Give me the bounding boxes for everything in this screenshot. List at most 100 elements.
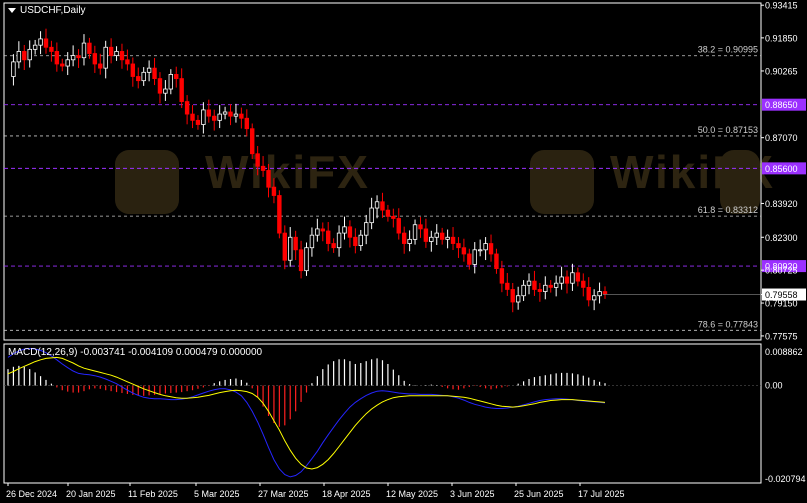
candle-body-46	[255, 153, 260, 167]
candle-body-75	[412, 224, 418, 240]
chart-canvas[interactable]: 38.2 = 0.90995 50.0 = 0.87153 61.8 = 0.833…	[0, 0, 807, 503]
date-label-6: 12 May 2025	[386, 489, 438, 499]
macd-line	[7, 347, 606, 478]
fibonacci-label-1: 50.0 = 0.87153	[698, 125, 758, 135]
date-label-7: 3 Jun 2025	[450, 489, 495, 499]
candle-body-60	[331, 243, 336, 249]
candle-body-89	[488, 243, 494, 255]
candle-body-31	[174, 74, 179, 79]
candle-body-27	[152, 67, 157, 79]
candle-body-104	[570, 272, 575, 284]
candle-body-29	[163, 88, 168, 94]
candle-body-43	[239, 113, 244, 119]
candle-body-51	[282, 232, 287, 261]
candle-body-86	[472, 249, 477, 265]
candle-body-63	[347, 226, 353, 238]
candle-body-22	[125, 59, 130, 65]
candle-body-8	[49, 46, 54, 52]
price-axis-label-2: 0.90265	[765, 66, 798, 76]
candle-body-69	[380, 201, 385, 211]
candle-body-110	[602, 291, 608, 295]
candle-body-53	[293, 236, 298, 251]
candle-body-66	[363, 222, 369, 236]
candle-body-94	[515, 295, 521, 303]
candle-body-82	[450, 236, 456, 244]
candle-body-109	[597, 291, 602, 297]
candle-body-90	[494, 253, 499, 269]
candle-body-42	[233, 113, 239, 117]
date-label-0: 26 Dec 2024	[6, 489, 57, 499]
candle-body-74	[407, 238, 412, 244]
candle-body-14	[81, 42, 87, 59]
candle-body-32	[179, 78, 184, 102]
candle-body-6	[38, 38, 43, 46]
date-label-3: 5 Mar 2025	[194, 489, 240, 499]
candle-body-49	[271, 186, 277, 196]
macd-axis-label-0: 0.008862	[765, 347, 803, 357]
date-label-2: 11 Feb 2025	[128, 489, 178, 499]
candle-body-71	[391, 215, 396, 219]
fibonacci-label-0: 38.2 = 0.90995	[698, 45, 758, 55]
candle-body-93	[510, 289, 515, 303]
candle-body-36	[201, 109, 206, 125]
candle-body-34	[190, 113, 195, 121]
candle-body-56	[309, 234, 315, 249]
candle-body-77	[423, 228, 429, 242]
price-axis-label-1: 0.91850	[765, 33, 798, 43]
candle-body-44	[244, 117, 249, 130]
candle-body-45	[250, 128, 255, 155]
macd-header: MACD(12,26,9) -0.003741 -0.004109 0.0004…	[8, 347, 263, 358]
candle-body-47	[260, 165, 266, 171]
menu-triangle-icon[interactable]	[8, 7, 16, 13]
candle-body-80	[439, 232, 445, 240]
date-label-4: 27 Mar 2025	[258, 489, 309, 499]
price-axis-label-0: 0.93415	[765, 1, 798, 11]
candle-body-83	[456, 243, 461, 249]
fibonacci-label-2: 61.8 = 0.83312	[698, 205, 758, 215]
candle-body-88	[483, 243, 488, 251]
candle-body-78	[429, 236, 434, 242]
candle-body-70	[385, 209, 391, 217]
candle-body-26	[146, 67, 152, 73]
candle-body-16	[92, 53, 98, 65]
date-label-1: 20 Jan 2025	[66, 489, 116, 499]
candle-body-67	[369, 207, 374, 224]
candle-body-55	[304, 247, 309, 272]
candle-body-84	[461, 247, 467, 255]
candle-body-37	[206, 109, 212, 117]
candle-body-99	[543, 284, 548, 292]
candle-body-17	[98, 63, 103, 69]
candle-body-73	[401, 232, 407, 244]
candle-body-39	[217, 113, 222, 121]
candle-body-12	[70, 55, 76, 61]
pivot-price-label-1: 0.85600	[765, 164, 798, 174]
candle-body-98	[537, 289, 543, 292]
candle-body-40	[222, 111, 228, 115]
candle-body-96	[526, 280, 532, 286]
candle-body-95	[521, 284, 526, 297]
pivot-price-label-0: 0.88650	[765, 100, 798, 110]
symbol-header[interactable]: USDCHF,Daily	[8, 5, 86, 16]
candle-body-76	[418, 224, 423, 230]
candle-body-64	[353, 236, 358, 247]
candle-body-10	[60, 63, 65, 67]
candle-body-101	[553, 282, 559, 288]
candle-body-20	[114, 51, 119, 57]
candle-body-13	[76, 55, 81, 59]
candle-body-61	[336, 232, 342, 249]
candle-body-48	[266, 170, 271, 188]
candle-body-18	[103, 46, 108, 69]
candle-body-85	[467, 253, 472, 265]
candle-body-4	[27, 48, 32, 61]
candle-body-24	[136, 76, 141, 82]
symbol-timeframe-label: USDCHF,Daily	[20, 5, 86, 16]
candle-body-108	[591, 295, 597, 301]
candle-body-30	[168, 74, 174, 90]
candle-body-91	[499, 268, 505, 284]
date-label-5: 18 Apr 2025	[322, 489, 371, 499]
candle-body-35	[195, 119, 201, 125]
candle-body-28	[157, 78, 163, 94]
candle-body-105	[575, 272, 581, 282]
candle-body-57	[315, 228, 320, 236]
candle-body-107	[586, 286, 591, 301]
